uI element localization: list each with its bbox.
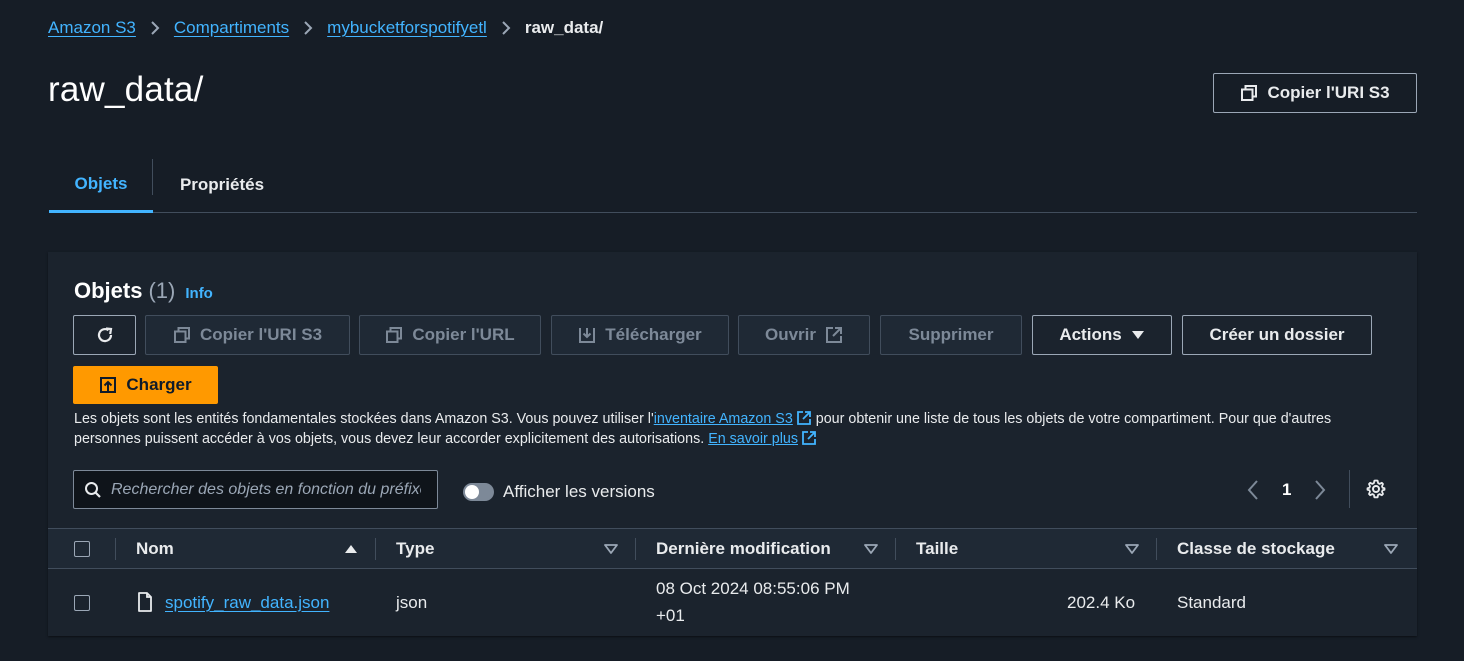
object-name-link[interactable]: spotify_raw_data.json: [165, 593, 329, 613]
object-modified-date: 08 Oct 2024 08:55:06 PM: [656, 579, 850, 598]
search-box: [73, 470, 438, 509]
breadcrumb-compartiments[interactable]: Compartiments: [174, 18, 289, 38]
column-divider: [375, 538, 376, 560]
description-text-1: Les objets sont les entités fondamentale…: [74, 411, 654, 427]
chevron-right-icon[interactable]: [1313, 479, 1327, 501]
download-button[interactable]: Télécharger: [551, 315, 729, 355]
show-versions-toggle[interactable]: [463, 483, 494, 501]
column-header-size[interactable]: Taille: [916, 529, 958, 569]
external-link-icon: [826, 327, 843, 343]
tab-proprietes[interactable]: Propriétés: [167, 158, 277, 212]
copy-s3-uri-button[interactable]: Copier l'URI S3: [1213, 73, 1417, 113]
object-count: (1): [148, 278, 176, 303]
object-size: 202.4 Ko: [1067, 593, 1136, 612]
chevron-right-icon: [303, 20, 313, 36]
page-title: raw_data/: [48, 70, 204, 109]
copy-s3-uri-label: Copier l'URI S3: [1267, 83, 1390, 102]
column-header-nom[interactable]: Nom: [136, 529, 174, 569]
breadcrumb-bucket[interactable]: mybucketforspotifyetl: [327, 18, 487, 38]
select-all-checkbox[interactable]: [74, 541, 90, 557]
copy-icon: [386, 327, 403, 343]
sort-caret-down-icon[interactable]: [604, 544, 618, 554]
create-folder-button[interactable]: Créer un dossier: [1182, 315, 1372, 355]
caret-down-icon: [1131, 331, 1144, 339]
file-icon: [138, 592, 152, 612]
open-label: Ouvrir: [764, 325, 817, 344]
refresh-icon: [97, 327, 112, 343]
upload-icon: [100, 377, 117, 393]
table-header: Nom Type Dernière modification Taille Cl…: [48, 528, 1417, 569]
inventory-link[interactable]: inventaire Amazon S3: [654, 411, 793, 427]
column-header-type[interactable]: Type: [396, 529, 434, 569]
search-input[interactable]: [111, 480, 421, 499]
tab-objets[interactable]: Objets: [49, 158, 153, 213]
copy-url-button[interactable]: Copier l'URL: [359, 315, 541, 355]
inventory-link-label: inventaire Amazon S3: [653, 411, 793, 427]
objects-panel: Objets (1) Info Copier l'URI S3 Copier l…: [48, 252, 1417, 636]
panel-title-text: Objets: [74, 278, 143, 303]
create-folder-label: Créer un dossier: [1209, 325, 1345, 344]
sort-caret-down-icon[interactable]: [1384, 544, 1398, 554]
column-divider: [1156, 538, 1157, 560]
learn-more-label: En savoir plus: [708, 431, 798, 447]
copy-icon: [173, 327, 190, 343]
breadcrumb: Amazon S3 Compartiments mybucketforspoti…: [48, 17, 603, 39]
sort-ascending-icon[interactable]: [344, 544, 358, 554]
table-row[interactable]: spotify_raw_data.json json 08 Oct 2024 0…: [48, 569, 1417, 636]
chevron-right-icon: [501, 20, 511, 36]
info-link[interactable]: Info: [185, 285, 213, 302]
download-label: Télécharger: [605, 325, 702, 344]
delete-button[interactable]: Supprimer: [880, 315, 1022, 355]
copy-url-label: Copier l'URL: [412, 325, 515, 344]
sort-caret-down-icon[interactable]: [864, 544, 878, 554]
page-number[interactable]: 1: [1282, 480, 1291, 500]
copy-icon: [1241, 85, 1258, 101]
column-header-modified[interactable]: Dernière modification: [656, 529, 831, 569]
row-checkbox[interactable]: [74, 595, 90, 611]
upload-label: Charger: [126, 375, 192, 394]
learn-more-link[interactable]: En savoir plus: [708, 431, 798, 447]
breadcrumb-current: raw_data/: [524, 18, 604, 37]
download-icon: [579, 328, 596, 343]
object-type: json: [396, 593, 428, 612]
pagination: 1: [1246, 476, 1327, 504]
tab-bar: Objets Propriétés: [49, 158, 1417, 213]
upload-button[interactable]: Charger: [73, 366, 218, 404]
objects-description: Les objets sont les entités fondamentale…: [74, 409, 1374, 449]
object-modified-offset: +01: [656, 606, 685, 625]
refresh-button[interactable]: [73, 315, 136, 355]
show-versions-label: Afficher les versions: [503, 482, 655, 501]
pagination-divider: [1349, 470, 1350, 508]
column-divider: [115, 538, 116, 560]
copy-uri-button[interactable]: Copier l'URI S3: [145, 315, 350, 355]
delete-label: Supprimer: [908, 325, 994, 344]
open-button[interactable]: Ouvrir: [738, 315, 870, 355]
sort-caret-down-icon[interactable]: [1125, 544, 1139, 554]
breadcrumb-amazon-s3[interactable]: Amazon S3: [48, 18, 136, 38]
chevron-right-icon: [150, 20, 160, 36]
external-link-icon: [802, 431, 816, 445]
actions-dropdown-button[interactable]: Actions: [1032, 315, 1172, 355]
tab-divider: [152, 159, 153, 195]
column-header-storage-class[interactable]: Classe de stockage: [1177, 529, 1335, 569]
column-divider: [635, 538, 636, 560]
actions-label: Actions: [1059, 325, 1122, 344]
column-divider: [895, 538, 896, 560]
panel-title: Objets (1) Info: [74, 278, 213, 304]
object-storage-class: Standard: [1177, 593, 1246, 612]
external-link-icon: [796, 411, 811, 425]
gear-icon[interactable]: [1366, 479, 1386, 499]
search-icon: [85, 481, 101, 498]
copy-uri-label: Copier l'URI S3: [199, 325, 323, 344]
chevron-left-icon[interactable]: [1246, 479, 1260, 501]
